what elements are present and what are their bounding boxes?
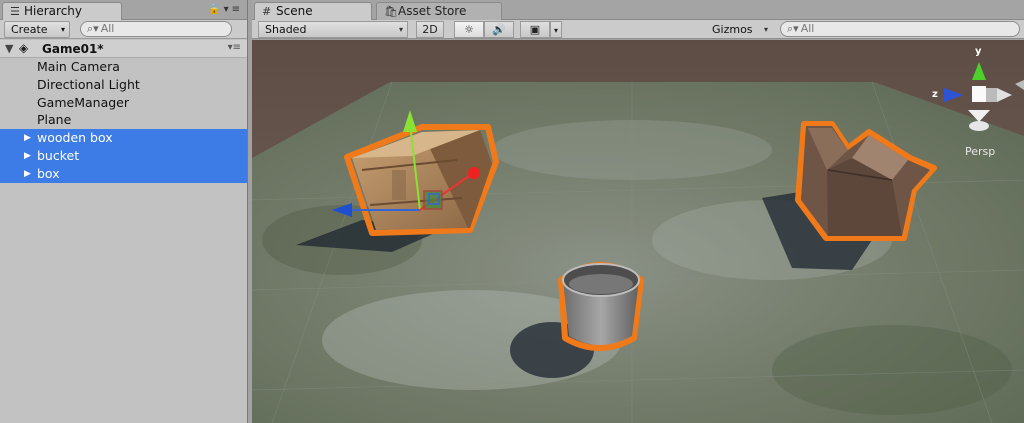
search-icon: ⌕▾ (787, 22, 799, 35)
hierarchy-item-label: box (37, 166, 60, 181)
hierarchy-item-bucket[interactable]: ▶ bucket (0, 147, 247, 165)
hierarchy-item-label: Directional Light (37, 77, 140, 92)
hierarchy-item-box[interactable]: ▶ box (0, 165, 247, 183)
scene-name: Game01* (42, 42, 104, 56)
tab-asset-store-label: Asset Store (398, 4, 467, 18)
bag-icon: 🛍 (384, 5, 398, 18)
gizmos-label: Gizmos (712, 23, 753, 36)
expand-triangle-icon[interactable]: ▼ (5, 42, 13, 55)
lighting-toggle[interactable]: ☼ (454, 21, 484, 38)
shading-mode-dropdown[interactable]: Shaded ▾ (258, 21, 408, 38)
scene-root-row[interactable]: ▼ ◈ Game01* ▾≡ (0, 40, 247, 58)
hierarchy-toolbar: Create ▾ ⌕▾ All (0, 20, 247, 39)
chevron-down-icon: ▾ (398, 25, 403, 34)
hierarchy-item-main-camera[interactable]: Main Camera (0, 58, 247, 76)
create-button-label: Create (11, 23, 48, 36)
hierarchy-item-directional-light[interactable]: Directional Light (0, 76, 247, 94)
scene-toolbar: Shaded ▾ 2D ☼ 🔊 ▣ ▾ Gizmos ▾ ⌕▾ All (252, 20, 1024, 39)
hierarchy-item-label: bucket (37, 148, 80, 163)
gizmo-axis-y-label: y (975, 46, 982, 57)
hierarchy-item-label: wooden box (37, 130, 113, 145)
search-icon: ⌕▾ (87, 22, 99, 35)
hierarchy-tabstrip: ☰ Hierarchy 🔒▾≡ (0, 0, 247, 20)
tab-asset-store[interactable]: 🛍Asset Store (376, 2, 502, 20)
scene-tabstrip: # Scene 🛍Asset Store (252, 0, 1024, 20)
gizmo-axis-z-label: z (932, 89, 938, 100)
hierarchy-item-wooden-box[interactable]: ▶ wooden box (0, 129, 247, 147)
hierarchy-item-label: Plane (37, 112, 72, 127)
chevron-down-icon: ▾ (60, 25, 65, 34)
expand-arrow-icon[interactable]: ▶ (24, 147, 31, 165)
hierarchy-item-gamemanager[interactable]: GameManager (0, 94, 247, 112)
effects-toggle[interactable]: ▣ (520, 21, 550, 38)
lock-icon[interactable]: 🔒 (208, 4, 223, 15)
unity-logo-icon: ◈ (19, 41, 29, 55)
gizmos-dropdown[interactable]: Gizmos ▾ (705, 21, 773, 38)
hierarchy-search-input[interactable]: ⌕▾ All (80, 21, 232, 37)
chevron-down-icon: ▾ (553, 26, 558, 35)
tab-hierarchy[interactable]: ☰ Hierarchy (2, 2, 122, 20)
hash-icon: # (262, 5, 272, 18)
scene-search-input[interactable]: ⌕▾ All (780, 21, 1020, 37)
scene-viewport[interactable]: y z Persp (252, 40, 1024, 423)
tab-hierarchy-label: Hierarchy (24, 4, 83, 18)
expand-arrow-icon[interactable]: ▶ (24, 129, 31, 147)
hierarchy-item-plane[interactable]: Plane (0, 111, 247, 129)
expand-arrow-icon[interactable]: ▶ (24, 165, 31, 183)
menu-icon[interactable]: ▾≡ (224, 4, 243, 15)
mode-2d-label: 2D (422, 23, 438, 36)
effects-dropdown[interactable]: ▾ (550, 21, 562, 38)
hierarchy-item-label: GameManager (37, 95, 130, 110)
create-button[interactable]: Create ▾ (4, 21, 70, 38)
sun-icon: ☼ (464, 23, 474, 36)
speaker-icon: 🔊 (492, 23, 506, 36)
bucket-object[interactable] (558, 262, 644, 351)
scene-search-placeholder: All (800, 22, 815, 35)
tab-scene-label: Scene (276, 4, 313, 18)
mode-2d-toggle[interactable]: 2D (416, 21, 444, 38)
hierarchy-panel: ☰ Hierarchy 🔒▾≡ Create ▾ ⌕▾ All ▼ ◈ Game01… (0, 0, 248, 423)
list-icon: ☰ (10, 5, 20, 18)
scene-menu-icon[interactable]: ▾≡ (228, 42, 241, 53)
image-icon: ▣ (529, 23, 541, 36)
scene-render (252, 40, 1024, 423)
hierarchy-search-placeholder: All (100, 22, 115, 35)
panel-window-icons: 🔒▾≡ (208, 4, 243, 15)
chevron-down-icon: ▾ (763, 25, 768, 34)
shading-mode-value: Shaded (265, 23, 307, 36)
tab-scene[interactable]: # Scene (254, 2, 372, 20)
scene-panel: # Scene 🛍Asset Store Shaded ▾ 2D ☼ 🔊 ▣ ▾ … (252, 0, 1024, 423)
projection-label[interactable]: Persp (965, 145, 995, 158)
audio-toggle[interactable]: 🔊 (484, 21, 514, 38)
hierarchy-item-label: Main Camera (37, 59, 120, 74)
